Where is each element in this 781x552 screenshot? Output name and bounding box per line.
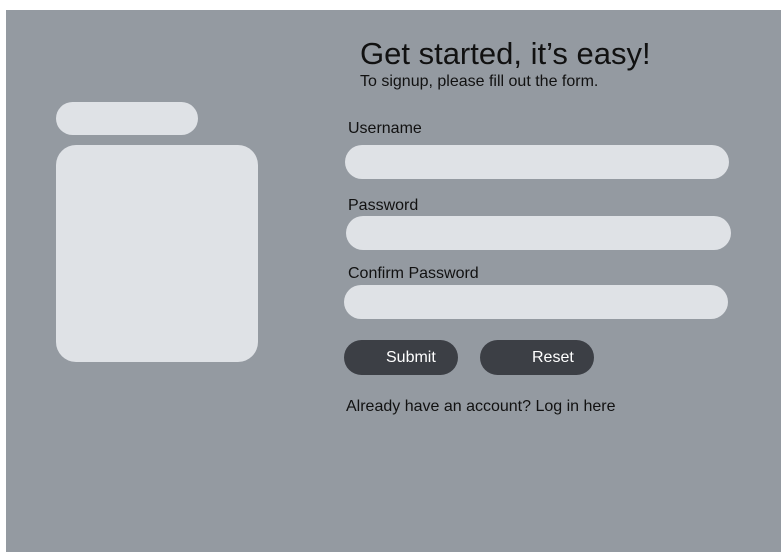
page-title: Get started, it’s easy! xyxy=(360,36,651,71)
image-placeholder xyxy=(56,145,258,362)
password-input[interactable] xyxy=(346,216,731,250)
page-subtitle: To signup, please fill out the form. xyxy=(360,73,599,90)
username-input[interactable] xyxy=(345,145,729,179)
signup-page: Get started, it’s easy! To signup, pleas… xyxy=(6,10,781,552)
login-link[interactable]: Already have an account? Log in here xyxy=(346,398,616,416)
reset-button[interactable]: Reset xyxy=(480,340,594,375)
username-label: Username xyxy=(348,120,422,137)
password-label: Password xyxy=(348,197,419,214)
logo-placeholder xyxy=(56,102,198,135)
submit-button[interactable]: Submit xyxy=(344,340,458,375)
confirm-password-label: Confirm Password xyxy=(348,265,479,282)
confirm-password-input[interactable] xyxy=(344,285,728,319)
